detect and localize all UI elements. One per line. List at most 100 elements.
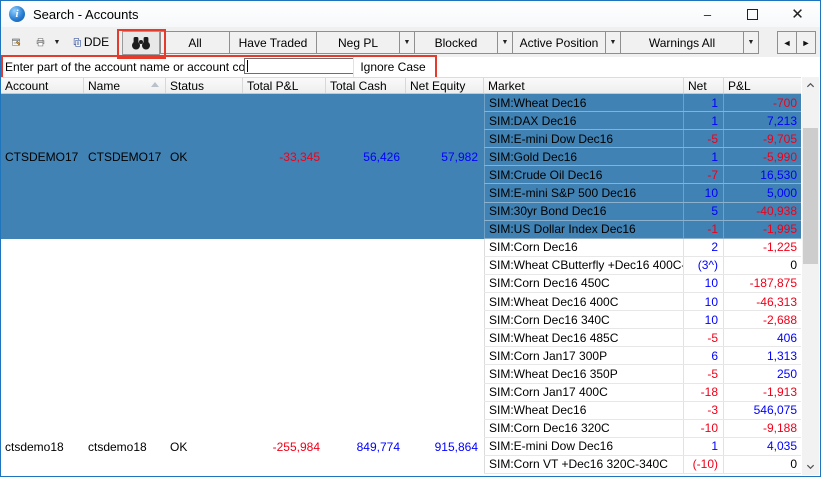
- filter-button-have-traded[interactable]: Have Traded: [229, 31, 317, 54]
- printer-icon: [36, 38, 45, 47]
- account-row[interactable]: ctsdemo18ctsdemo18OK-255,984849,774915,8…: [1, 438, 484, 456]
- column-header-market[interactable]: Market: [484, 78, 684, 93]
- net-position: 10: [684, 311, 724, 328]
- vertical-scrollbar[interactable]: [802, 77, 819, 475]
- filter-button-all[interactable]: All: [160, 31, 230, 54]
- scrollbar-thumb[interactable]: [803, 128, 818, 264]
- net-position: -5: [684, 365, 724, 382]
- pl-value: 16,530: [724, 166, 801, 183]
- scroll-filters-left-button[interactable]: ◄: [777, 31, 797, 54]
- market-row[interactable]: SIM:E-mini Dow Dec16-5-9,705: [484, 130, 801, 148]
- maximize-icon: [747, 9, 758, 20]
- market-row[interactable]: SIM:Wheat Dec16-3546,075: [484, 402, 801, 420]
- column-header-name[interactable]: Name: [84, 78, 166, 93]
- market-name: SIM:E-mini Dow Dec16: [484, 130, 684, 147]
- column-header-net[interactable]: Net: [684, 78, 724, 93]
- pl-value: -40,938: [724, 203, 801, 220]
- market-row[interactable]: SIM:E-mini Dow Dec1614,035: [484, 438, 801, 456]
- pl-value: 5,000: [724, 184, 801, 201]
- market-row[interactable]: SIM:Wheat Dec16 350P-5250: [484, 365, 801, 383]
- market-name: SIM:Corn Dec16: [484, 239, 684, 256]
- column-header-status[interactable]: Status: [166, 78, 243, 93]
- scrollbar-up-button[interactable]: [802, 77, 819, 94]
- pl-value: -5,990: [724, 148, 801, 165]
- account-code: ctsdemo18: [1, 440, 84, 454]
- net-position: 10: [684, 275, 724, 292]
- selected-account-highlight: [1, 94, 484, 239]
- copy-dde-button[interactable]: DDE: [67, 30, 115, 54]
- scroll-filters-right-button[interactable]: ►: [796, 31, 816, 54]
- search-accounts-window: i Search - Accounts – ✕: [0, 0, 821, 477]
- market-row[interactable]: SIM:Crude Oil Dec16-716,530: [484, 166, 801, 184]
- market-row[interactable]: SIM:Corn Dec16 450C10-187,875: [484, 275, 801, 293]
- account-row[interactable]: CTSDEMO17CTSDEMO17OK-33,34556,42657,982: [1, 148, 484, 166]
- accounts-table-body: CTSDEMO17CTSDEMO17OK-33,34556,42657,982 c…: [1, 94, 801, 474]
- account-status: OK: [166, 440, 243, 454]
- market-row[interactable]: SIM:E-mini S&P 500 Dec16105,000: [484, 184, 801, 202]
- filter-button-neg-pl[interactable]: Neg PL: [316, 31, 400, 54]
- market-row[interactable]: SIM:Wheat Dec16 400C10-46,313: [484, 293, 801, 311]
- pl-value: -187,875: [724, 275, 801, 292]
- market-row[interactable]: SIM:Gold Dec161-5,990: [484, 148, 801, 166]
- filter-button-warnings-all[interactable]: Warnings All: [620, 31, 744, 54]
- filter-dropdown-active-position[interactable]: ▼: [605, 31, 621, 54]
- print-dropdown[interactable]: ▼: [51, 30, 63, 54]
- account-search-input[interactable]: [244, 58, 354, 74]
- maximize-button[interactable]: [730, 1, 775, 27]
- market-row[interactable]: SIM:Corn Jan17 300P61,313: [484, 347, 801, 365]
- account-total-cash: 849,774: [326, 440, 406, 454]
- filter-button-active-position[interactable]: Active Position: [512, 31, 606, 54]
- pl-value: 250: [724, 365, 801, 382]
- filter-dropdown-neg-pl[interactable]: ▼: [399, 31, 415, 54]
- market-row[interactable]: SIM:Wheat Dec161-700: [484, 94, 801, 112]
- filter-dropdown-blocked[interactable]: ▼: [497, 31, 513, 54]
- market-row[interactable]: SIM:Corn Jan17 400C-18-1,913: [484, 384, 801, 402]
- chevron-down-icon: [806, 462, 815, 471]
- account-name: CTSDEMO17: [84, 150, 166, 164]
- pl-value: 406: [724, 329, 801, 346]
- net-position: 1: [684, 438, 724, 455]
- market-name: SIM:Wheat Dec16 400C: [484, 293, 684, 310]
- account-code: CTSDEMO17: [1, 150, 84, 164]
- scrollbar-down-button[interactable]: [802, 458, 819, 475]
- ignore-case-button[interactable]: Ignore Case: [353, 57, 432, 77]
- pl-value: -2,688: [724, 311, 801, 328]
- account-net-equity: 57,982: [406, 150, 484, 164]
- search-accounts-button[interactable]: [122, 31, 160, 55]
- column-header-total-pl[interactable]: Total P&L: [243, 78, 326, 93]
- market-row[interactable]: SIM:Corn VT +Dec16 320C-340C(-10)0: [484, 456, 801, 474]
- market-name: SIM:Corn Dec16 450C: [484, 275, 684, 292]
- column-header-total-cash[interactable]: Total Cash: [326, 78, 406, 93]
- market-row[interactable]: SIM:US Dollar Index Dec16-1-1,995: [484, 221, 801, 239]
- market-name: SIM:E-mini Dow Dec16: [484, 438, 684, 455]
- market-name: SIM:US Dollar Index Dec16: [484, 221, 684, 238]
- market-row[interactable]: SIM:Corn Dec162-1,225: [484, 239, 801, 257]
- close-button[interactable]: ✕: [775, 1, 820, 27]
- column-header-account[interactable]: Account: [1, 78, 84, 93]
- net-position: -5: [684, 329, 724, 346]
- market-row[interactable]: SIM:30yr Bond Dec165-40,938: [484, 203, 801, 221]
- market-row[interactable]: SIM:DAX Dec1617,213: [484, 112, 801, 130]
- market-row[interactable]: SIM:Corn Dec16 320C-10-9,188: [484, 420, 801, 438]
- pl-value: 7,213: [724, 112, 801, 129]
- properties-icon: [12, 38, 21, 47]
- search-label: Enter part of the account name or accoun…: [5, 57, 262, 77]
- filter-dropdown-warnings-all[interactable]: ▼: [743, 31, 759, 54]
- market-name: SIM:30yr Bond Dec16: [484, 203, 684, 220]
- market-row[interactable]: SIM:Wheat Dec16 485C-5406: [484, 329, 801, 347]
- minimize-button[interactable]: –: [685, 1, 730, 27]
- net-position: 10: [684, 184, 724, 201]
- filter-button-blocked[interactable]: Blocked: [414, 31, 498, 54]
- column-header-net-equity[interactable]: Net Equity: [406, 78, 484, 93]
- market-name: SIM:Corn Dec16 340C: [484, 311, 684, 328]
- net-position: 1: [684, 148, 724, 165]
- chevron-down-icon: ▼: [52, 39, 63, 46]
- sort-ascending-icon: [151, 82, 159, 87]
- column-header-pl[interactable]: P&L: [724, 78, 801, 93]
- print-button[interactable]: [29, 30, 51, 54]
- market-row[interactable]: SIM:Wheat CButterfly +Dec16 400C-2(3^)0: [484, 257, 801, 275]
- market-name: SIM:Gold Dec16: [484, 148, 684, 165]
- market-row[interactable]: SIM:Corn Dec16 340C10-2,688: [484, 311, 801, 329]
- properties-button[interactable]: [5, 30, 27, 54]
- pl-value: 1,313: [724, 347, 801, 364]
